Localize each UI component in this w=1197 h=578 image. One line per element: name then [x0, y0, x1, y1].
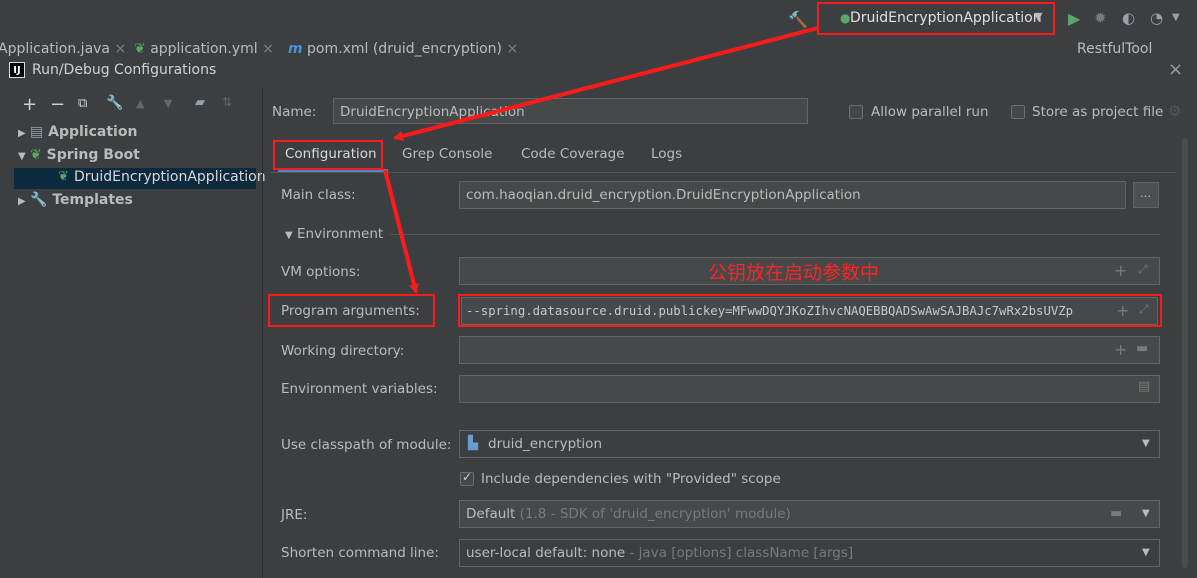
chevron-down-icon[interactable]: ▼: [1172, 12, 1180, 23]
profile-icon[interactable]: ◔: [1150, 9, 1163, 27]
run-icon[interactable]: ▶: [1068, 9, 1080, 28]
store-project-label[interactable]: Store as project file: [1032, 104, 1163, 120]
chevron-down-icon: ▼: [1142, 438, 1150, 449]
tree-toolbar: + − ⧉ 🔧 ▲ ▼ ▰ ⇅: [0, 94, 256, 118]
dialog-title: Run/Debug Configurations: [32, 62, 217, 78]
classpath-label: Use classpath of module:: [281, 437, 452, 453]
allow-parallel-label[interactable]: Allow parallel run: [871, 104, 989, 120]
tab-divider: [270, 172, 1176, 173]
tab-application-java[interactable]: Application.java ×: [0, 40, 126, 58]
folder-icon[interactable]: ▬: [1136, 341, 1148, 356]
panel-splitter[interactable]: [262, 88, 263, 578]
close-icon[interactable]: ×: [110, 41, 126, 57]
highlight-program-args-input: [458, 294, 1162, 327]
spring-boot-icon: ❦: [30, 147, 42, 163]
tab-code-coverage[interactable]: Code Coverage: [521, 146, 625, 162]
tree-node-application[interactable]: ▶ ▤ Application: [18, 124, 137, 140]
application-icon: ▤: [30, 124, 44, 140]
jre-label: JRE:: [281, 507, 308, 523]
chevron-down-icon[interactable]: ▼: [18, 151, 30, 162]
jre-input[interactable]: Default (1.8 - SDK of 'druid_encryption'…: [459, 500, 1160, 528]
working-dir-label: Working directory:: [281, 343, 405, 359]
store-project-checkbox[interactable]: [1011, 105, 1025, 119]
vm-options-label: VM options:: [281, 264, 361, 280]
shorten-detail: - java [options] className [args]: [629, 545, 854, 561]
sort-icon[interactable]: ⇅: [222, 95, 232, 109]
main-class-input[interactable]: com.haoqian.druid_encryption.DruidEncryp…: [459, 181, 1126, 209]
coverage-icon[interactable]: ◐: [1122, 9, 1135, 27]
debug-icon[interactable]: ✹: [1094, 9, 1107, 27]
gear-icon[interactable]: ⚙: [1168, 102, 1181, 120]
remove-icon[interactable]: −: [50, 94, 65, 115]
name-label: Name:: [272, 104, 317, 120]
highlight-program-args-label: [268, 294, 435, 327]
tab-restful-tool[interactable]: RestfulTool: [1077, 40, 1152, 58]
folder-icon[interactable]: ▬: [1110, 506, 1122, 521]
close-icon[interactable]: ×: [502, 41, 518, 57]
add-icon[interactable]: +: [22, 94, 37, 115]
include-deps-checkbox[interactable]: ✓: [460, 470, 474, 486]
main-class-label: Main class:: [281, 187, 356, 203]
jre-detail: (1.8 - SDK of 'druid_encryption' module): [519, 506, 791, 522]
env-vars-input[interactable]: ▤: [459, 375, 1160, 403]
move-up-icon[interactable]: ▲: [136, 97, 144, 110]
move-down-icon[interactable]: ▼: [164, 97, 172, 110]
tab-pom-xml[interactable]: m pom.xml (druid_encryption) ×: [288, 40, 518, 58]
copy-icon[interactable]: ⧉: [78, 96, 87, 111]
tree-node-spring-boot[interactable]: ▼ ❦ Spring Boot: [18, 147, 140, 163]
name-input[interactable]: DruidEncryptionApplication: [333, 98, 808, 124]
chevron-down-icon: ▼: [1142, 547, 1150, 558]
classpath-select[interactable]: ▙ druid_encryption ▼: [459, 430, 1160, 458]
editor-tab-strip: Application.java × ❦ application.yml × m…: [0, 40, 1197, 58]
tree-node-druid-app: DruidEncryptionApplication: [74, 169, 266, 185]
annotation-text: 公钥放在启动参数中: [708, 262, 880, 284]
folder-icon[interactable]: ▰: [195, 95, 205, 110]
chevron-down-icon: ▼: [285, 230, 293, 241]
spring-leaf-icon: ❦: [134, 41, 146, 57]
wrench-icon[interactable]: 🔧: [106, 95, 123, 111]
highlight-run-config: [817, 2, 1055, 35]
environment-divider: [390, 234, 1160, 235]
highlight-configuration-tab: [273, 140, 383, 170]
wrench-icon: 🔧: [30, 192, 48, 208]
tree-node-templates[interactable]: ▶ 🔧 Templates: [18, 192, 133, 208]
tree-selected-row[interactable]: ❦ DruidEncryptionApplication: [14, 168, 266, 189]
expand-icon[interactable]: +: [1114, 261, 1127, 280]
maximize-icon[interactable]: ⤢: [1138, 262, 1148, 277]
tab-grep-console[interactable]: Grep Console: [402, 146, 492, 162]
dialog-titlebar: IJ Run/Debug Configurations ×: [0, 58, 1197, 84]
chevron-right-icon[interactable]: ▶: [18, 128, 30, 139]
close-icon[interactable]: ×: [1168, 59, 1183, 80]
document-icon[interactable]: ▤: [1138, 379, 1150, 394]
shorten-select[interactable]: user-local default: none - java [options…: [459, 539, 1160, 567]
spring-boot-app-icon: ❦: [58, 169, 69, 184]
working-dir-input[interactable]: + ▬: [459, 336, 1160, 364]
tab-logs[interactable]: Logs: [651, 146, 682, 162]
browse-button[interactable]: …: [1133, 182, 1159, 208]
config-tab-strip: Configuration Grep Console Code Coverage…: [270, 138, 1197, 172]
scrollbar[interactable]: [1182, 138, 1188, 568]
module-icon: ▙: [468, 436, 478, 451]
environment-toggle[interactable]: ▼ Environment: [285, 226, 383, 242]
shorten-value: user-local default: none: [466, 545, 626, 561]
maven-icon: m: [288, 41, 303, 57]
include-deps-label[interactable]: Include dependencies with "Provided" sco…: [481, 471, 781, 487]
expand-icon[interactable]: +: [1114, 340, 1127, 359]
chevron-right-icon[interactable]: ▶: [18, 196, 30, 207]
env-vars-label: Environment variables:: [281, 381, 438, 397]
main-toolbar: 🔨 ● DruidEncryptionApplication ▼ ▶ ✹ ◐ ◔…: [0, 0, 1197, 40]
tab-application-yml[interactable]: ❦ application.yml ×: [134, 40, 274, 58]
hammer-icon[interactable]: 🔨: [788, 10, 808, 29]
intellij-logo-icon: IJ: [9, 62, 25, 78]
chevron-down-icon[interactable]: ▼: [1142, 508, 1150, 519]
close-icon[interactable]: ×: [258, 41, 274, 57]
allow-parallel-checkbox[interactable]: [849, 105, 863, 119]
ellipsis-icon: …: [1140, 187, 1151, 200]
shorten-label: Shorten command line:: [281, 545, 439, 561]
checkmark-icon: ✓: [462, 470, 473, 484]
jre-value: Default: [466, 506, 516, 522]
